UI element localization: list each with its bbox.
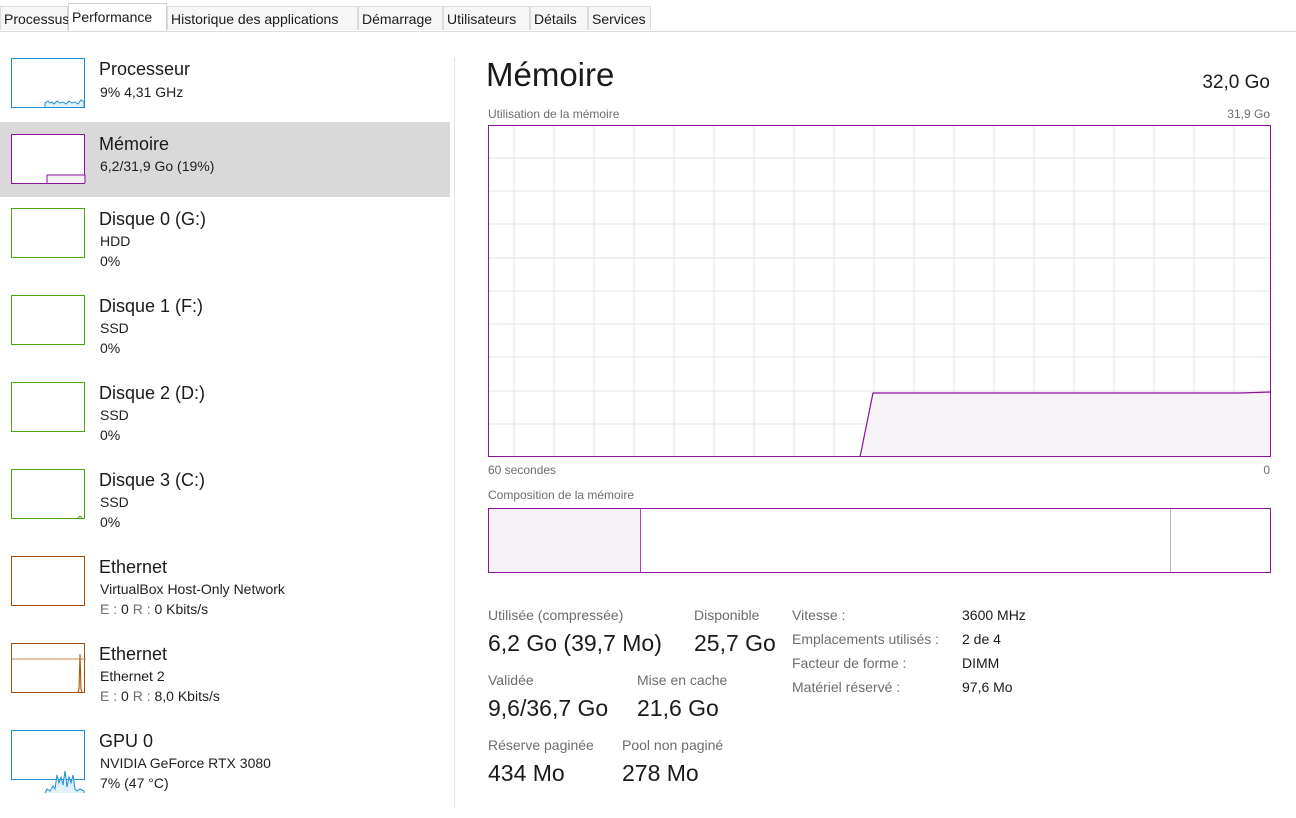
stat-available-label: Disponible [694, 607, 760, 623]
panel-divider[interactable] [454, 58, 455, 808]
stat-nonpaged-label: Pool non paginé [622, 737, 724, 753]
sidebar-item-disque-0[interactable]: Disque 0 (G:) HDD 0% [0, 203, 450, 278]
sidebar-item-ethernet-2[interactable]: Ethernet Ethernet 2 E : 0 R : 8,0 Kbits/… [0, 638, 450, 713]
sidebar-item-title: Mémoire [99, 134, 170, 154]
tab-details[interactable]: Détails [530, 6, 588, 30]
spec-slots-value: 2 de 4 [962, 631, 1001, 647]
sidebar-item-throughput: E : 0 R : 8,0 Kbits/s [100, 688, 220, 704]
stat-committed-label: Validée [488, 672, 534, 688]
disk-graph-icon [11, 469, 85, 519]
stat-used-label: Utilisée (compressée) [488, 607, 624, 623]
disk-graph-icon [11, 295, 85, 345]
composition-in-use[interactable] [489, 509, 641, 572]
sidebar-item-title: Disque 1 (F:) [99, 296, 204, 316]
sidebar-item-usage: 0% [100, 514, 121, 530]
spec-speed-label: Vitesse : [792, 607, 846, 623]
tab-bar: Processus Performance Historique des app… [0, 0, 1296, 32]
sidebar-item-gpu-0[interactable]: GPU 0 NVIDIA GeForce RTX 3080 7% (47 °C) [0, 725, 450, 800]
sidebar-item-type: SSD [100, 407, 129, 423]
sidebar-item-title: Ethernet [99, 557, 168, 577]
spec-reserved-value: 97,6 Mo [962, 679, 1013, 695]
tab-performance[interactable]: Performance [68, 3, 167, 31]
memory-usage-graph [488, 125, 1271, 457]
graph-axis-right: 0 [1263, 463, 1270, 477]
sidebar-item-usage: 7% (47 °C) [100, 775, 169, 791]
stat-paged-label: Réserve paginée [488, 737, 594, 753]
sidebar-item-usage: 0% [100, 427, 121, 443]
sidebar-item-title: GPU 0 [99, 731, 154, 751]
tab-historique[interactable]: Historique des applications [167, 6, 358, 30]
cpu-graph-icon [11, 58, 85, 108]
sidebar-item-title: Disque 3 (C:) [99, 470, 206, 490]
stat-nonpaged-value: 278 Mo [622, 760, 699, 786]
sidebar-item-title: Processeur [99, 59, 191, 79]
usage-graph-max: 31,9 Go [1227, 107, 1270, 121]
disk-graph-icon [11, 382, 85, 432]
stat-cached-value: 21,6 Go [637, 695, 719, 721]
sidebar-item-type: SSD [100, 494, 129, 510]
stat-cached-label: Mise en cache [637, 672, 728, 688]
sidebar-item-disque-2[interactable]: Disque 2 (D:) SSD 0% [0, 377, 450, 452]
resource-sidebar: Processeur 9% 4,31 GHz Mémoire 6,2/31,9 … [0, 31, 455, 818]
sidebar-item-detail: 6,2/31,9 Go (19%) [100, 158, 215, 174]
stat-available-value: 25,7 Go [694, 630, 776, 656]
sidebar-item-model: NVIDIA GeForce RTX 3080 [100, 755, 271, 771]
memory-graph-icon [11, 134, 86, 184]
sidebar-item-adapter: VirtualBox Host-Only Network [100, 581, 285, 597]
gpu-graph-icon [11, 730, 85, 793]
sidebar-item-processeur[interactable]: Processeur 9% 4,31 GHz [0, 53, 450, 128]
sidebar-item-type: HDD [100, 233, 131, 249]
sidebar-item-title: Disque 2 (D:) [99, 383, 206, 403]
tab-services[interactable]: Services [588, 6, 651, 30]
page-title: Mémoire [486, 56, 615, 93]
stat-used-value: 6,2 Go (39,7 Mo) [488, 630, 662, 656]
sidebar-item-ethernet-virtualbox[interactable]: Ethernet VirtualBox Host-Only Network E … [0, 551, 450, 626]
spec-form-value: DIMM [962, 655, 1000, 671]
tab-processus[interactable]: Processus [0, 6, 69, 30]
tab-utilisateurs[interactable]: Utilisateurs [443, 6, 530, 30]
sidebar-item-adapter: Ethernet 2 [100, 668, 165, 684]
sidebar-item-memoire[interactable]: Mémoire 6,2/31,9 Go (19%) [0, 122, 450, 197]
sidebar-item-disque-1[interactable]: Disque 1 (F:) SSD 0% [0, 290, 450, 365]
sidebar-item-disque-3[interactable]: Disque 3 (C:) SSD 0% [0, 464, 450, 539]
graph-axis-left: 60 secondes [488, 463, 557, 477]
sidebar-item-usage: 0% [100, 340, 121, 356]
sidebar-item-title: Disque 0 (G:) [99, 209, 207, 229]
network-graph-icon [11, 556, 85, 606]
spec-slots-label: Emplacements utilisés : [792, 631, 940, 647]
sidebar-item-title: Ethernet [99, 644, 168, 664]
disk-graph-icon [11, 208, 85, 258]
sidebar-item-throughput: E : 0 R : 0 Kbits/s [100, 601, 209, 617]
spec-speed-value: 3600 MHz [962, 607, 1026, 623]
composition-standby-split[interactable] [1170, 509, 1171, 572]
total-memory: 32,0 Go [1202, 72, 1270, 93]
stat-committed-value: 9,6/36,7 Go [488, 695, 609, 721]
stat-paged-value: 434 Mo [488, 760, 565, 786]
spec-reserved-label: Matériel réservé : [792, 679, 901, 695]
sidebar-item-detail: 9% 4,31 GHz [100, 84, 184, 100]
sidebar-item-usage: 0% [100, 253, 121, 269]
tab-demarrage[interactable]: Démarrage [358, 6, 443, 30]
network-graph-icon [11, 643, 86, 693]
spec-form-label: Facteur de forme : [792, 655, 907, 671]
usage-graph-label: Utilisation de la mémoire [488, 107, 620, 121]
memory-composition-bar [488, 508, 1271, 573]
sidebar-item-type: SSD [100, 320, 129, 336]
composition-label: Composition de la mémoire [488, 488, 635, 502]
